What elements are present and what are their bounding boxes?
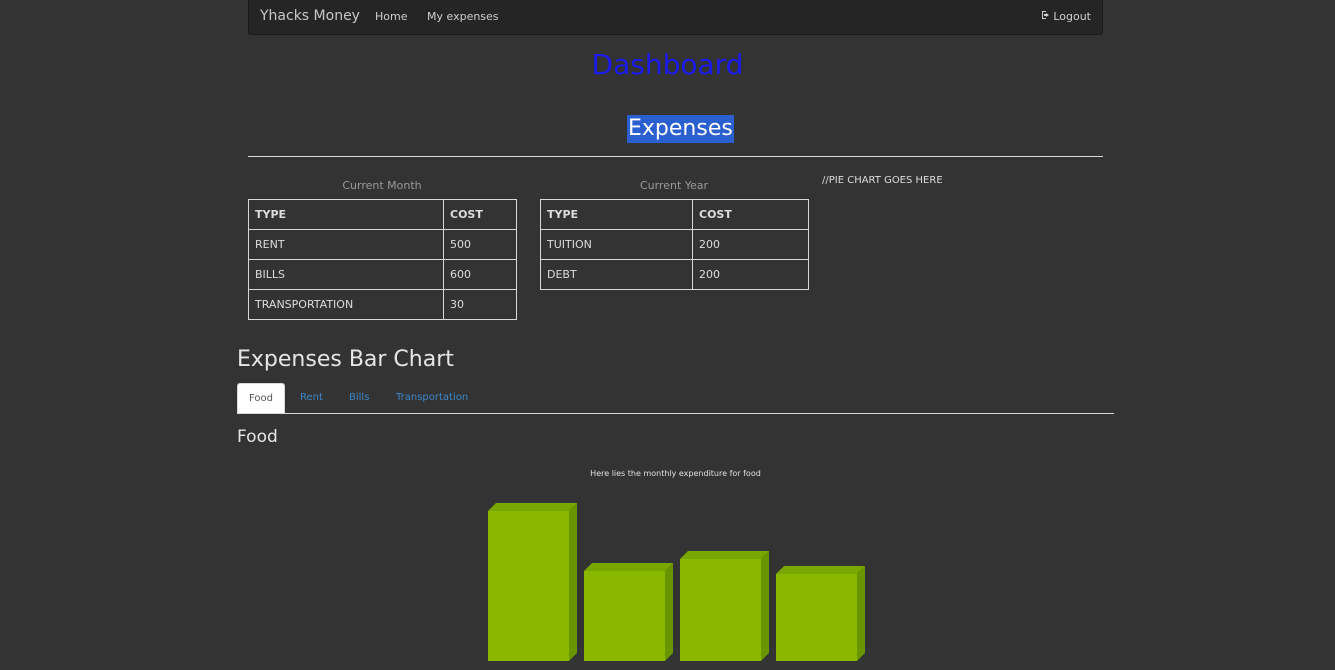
table-header: COST xyxy=(692,199,809,230)
bar-chart-heading: Expenses Bar Chart xyxy=(237,347,454,372)
expenses-heading: Expenses xyxy=(627,115,734,143)
logout-button[interactable]: Logout xyxy=(1041,10,1091,23)
chart-bar xyxy=(776,566,865,661)
chart-bar xyxy=(488,503,577,661)
nav-home[interactable]: Home xyxy=(375,10,407,23)
tab-bills[interactable]: Bills xyxy=(337,383,381,413)
table-cell: TUITION xyxy=(540,229,693,260)
table-row: TRANSPORTATION 30 xyxy=(248,289,517,320)
table-row: TUITION 200 xyxy=(540,229,809,260)
table-cell: 600 xyxy=(443,259,517,290)
current-year-caption: Current Year xyxy=(639,179,709,192)
pie-chart-placeholder: //PIE CHART GOES HERE xyxy=(822,175,943,186)
logout-icon xyxy=(1041,10,1051,23)
table-header-row: TYPE COST xyxy=(540,199,809,230)
current-month-table: TYPE COST RENT 500 BILLS 600 TRANSPORTAT… xyxy=(248,199,517,320)
table-row: RENT 500 xyxy=(248,229,517,260)
food-bar-chart: Here lies the monthly expenditure for fo… xyxy=(237,460,1114,670)
tabs-divider xyxy=(237,413,1114,414)
page-title: Dashboard xyxy=(591,48,744,81)
table-header: TYPE xyxy=(248,199,444,230)
table-cell: 200 xyxy=(692,229,809,260)
table-cell: RENT xyxy=(248,229,444,260)
chart-bar xyxy=(584,563,673,661)
table-cell: 200 xyxy=(692,259,809,290)
nav-my-expenses[interactable]: My expenses xyxy=(427,10,499,23)
table-row: BILLS 600 xyxy=(248,259,517,290)
current-year-table: TYPE COST TUITION 200 DEBT 200 xyxy=(540,199,809,290)
navbar: Yhacks Money Home My expenses Logout xyxy=(248,0,1103,35)
tab-transportation[interactable]: Transportation xyxy=(384,383,480,413)
table-header-row: TYPE COST xyxy=(248,199,517,230)
divider xyxy=(248,156,1103,157)
bar-chart-svg xyxy=(488,503,865,661)
table-cell: BILLS xyxy=(248,259,444,290)
current-month-caption: Current Month xyxy=(342,179,422,192)
tab-rent[interactable]: Rent xyxy=(288,383,335,413)
chart-bar xyxy=(680,551,769,661)
table-cell: DEBT xyxy=(540,259,693,290)
logout-label: Logout xyxy=(1053,10,1091,23)
table-row: DEBT 200 xyxy=(540,259,809,290)
section-title: Food xyxy=(237,427,278,447)
table-cell: TRANSPORTATION xyxy=(248,289,444,320)
brand-link[interactable]: Yhacks Money xyxy=(260,8,360,24)
table-header: COST xyxy=(443,199,517,230)
table-cell: 30 xyxy=(443,289,517,320)
table-header: TYPE xyxy=(540,199,693,230)
table-cell: 500 xyxy=(443,229,517,260)
tab-food[interactable]: Food xyxy=(237,383,285,414)
